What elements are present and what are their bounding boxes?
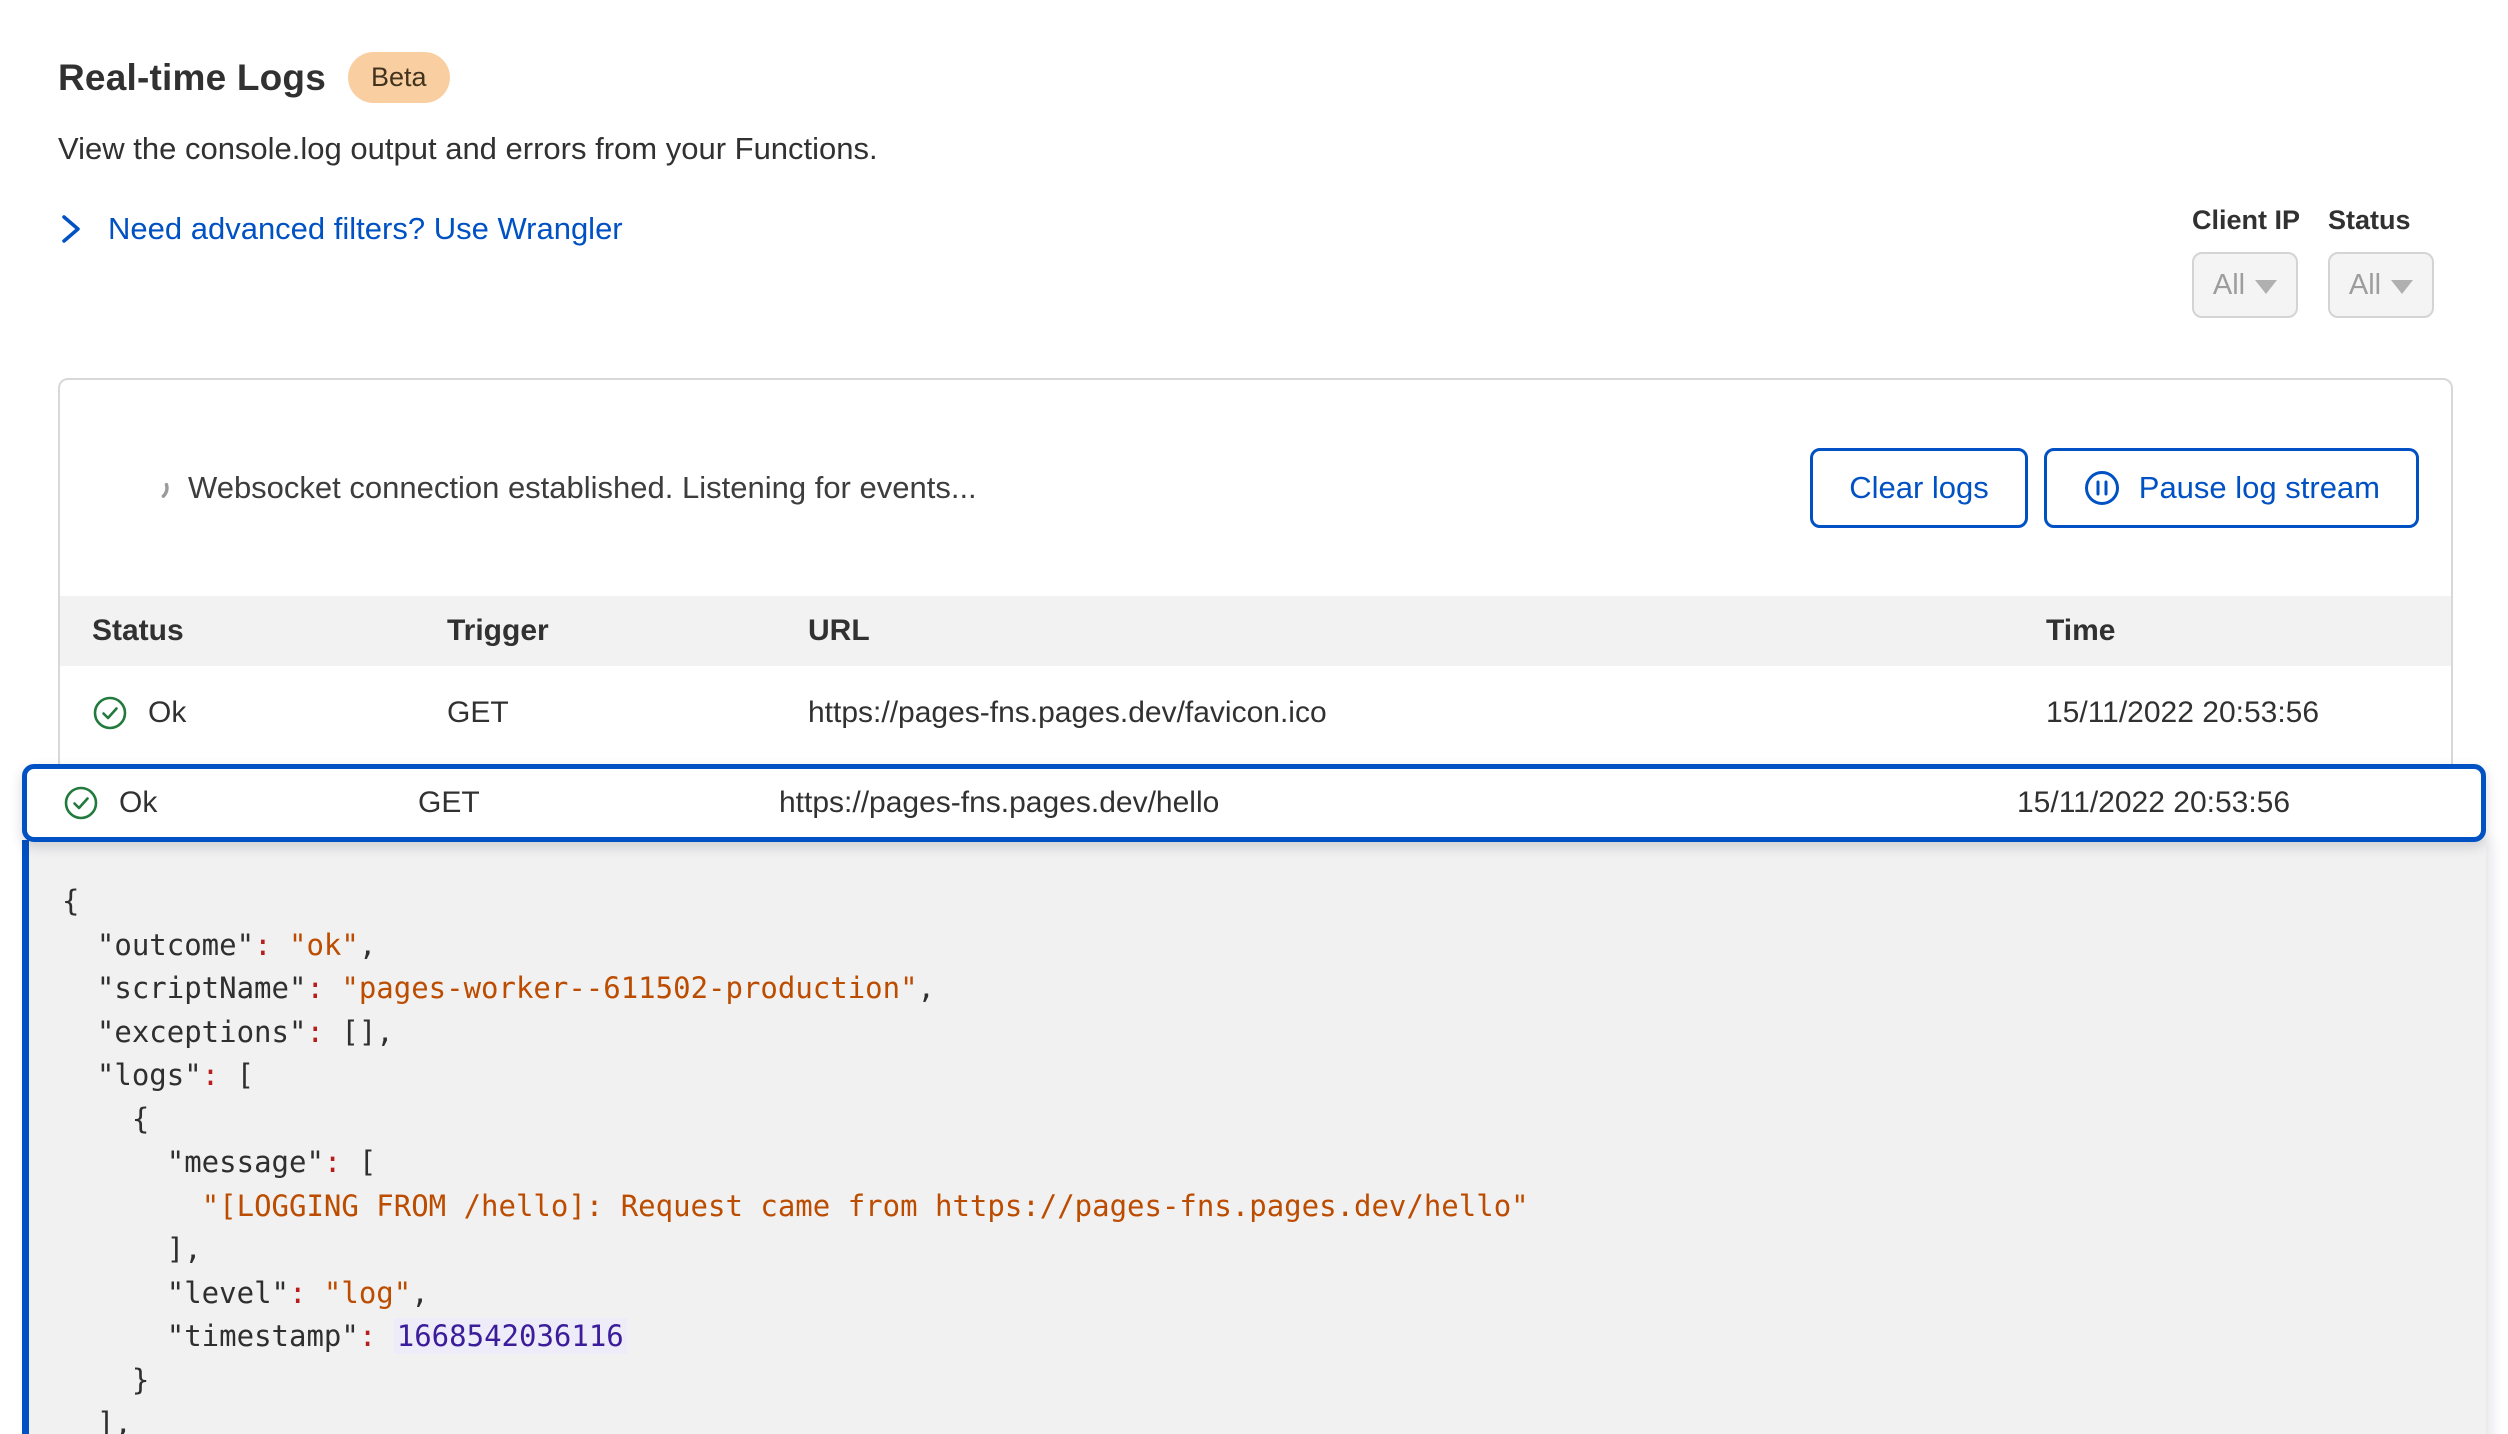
client-ip-value: All	[2213, 269, 2245, 302]
beta-badge: Beta	[348, 52, 450, 103]
column-url: URL	[808, 614, 2046, 648]
row-time: 15/11/2022 20:53:56	[2017, 786, 2481, 820]
expanded-log-entry: Ok GET https://pages-fns.pages.dev/hello…	[22, 764, 2486, 1434]
table-row[interactable]: Ok GET https://pages-fns.pages.dev/favic…	[60, 666, 2451, 759]
filter-bar: Client IP All Status All	[2192, 205, 2434, 318]
page-subtitle: View the console.log output and errors f…	[58, 131, 2450, 167]
page-title: Real-time Logs	[58, 57, 326, 99]
chevron-right-icon	[58, 212, 84, 246]
wrangler-link[interactable]: Need advanced filters? Use Wrangler	[58, 205, 623, 247]
websocket-status: Websocket connection established. Listen…	[142, 470, 977, 506]
check-circle-icon	[92, 695, 128, 731]
row-status: Ok	[148, 696, 186, 730]
column-time: Time	[2046, 614, 2451, 648]
row-url: https://pages-fns.pages.dev/hello	[779, 786, 2017, 820]
log-toolbar: Websocket connection established. Listen…	[60, 380, 2451, 596]
websocket-status-text: Websocket connection established. Listen…	[188, 470, 977, 506]
check-circle-icon	[63, 785, 99, 821]
wrangler-link-label: Need advanced filters? Use Wrangler	[108, 211, 623, 247]
row-url: https://pages-fns.pages.dev/favicon.ico	[808, 696, 2046, 730]
page-header: Real-time Logs Beta View the console.log…	[0, 0, 2508, 318]
column-status: Status	[92, 614, 447, 648]
status-value: All	[2349, 269, 2381, 302]
caret-down-icon	[2255, 280, 2277, 294]
column-trigger: Trigger	[447, 614, 808, 648]
selected-table-row[interactable]: Ok GET https://pages-fns.pages.dev/hello…	[22, 764, 2486, 842]
caret-down-icon	[2391, 280, 2413, 294]
clear-logs-button[interactable]: Clear logs	[1810, 448, 2028, 528]
client-ip-label: Client IP	[2192, 205, 2300, 236]
pause-log-stream-label: Pause log stream	[2139, 470, 2380, 506]
row-time: 15/11/2022 20:53:56	[2046, 696, 2451, 730]
client-ip-filter: Client IP All	[2192, 205, 2300, 318]
row-status: Ok	[119, 786, 157, 820]
row-trigger: GET	[418, 786, 779, 820]
pause-icon	[2083, 469, 2121, 507]
status-dropdown[interactable]: All	[2328, 252, 2434, 318]
table-header: Status Trigger URL Time	[60, 596, 2451, 666]
log-detail-json: { "outcome": "ok", "scriptName": "pages-…	[62, 880, 2486, 1434]
status-label: Status	[2328, 205, 2434, 236]
realtime-logs-page: Real-time Logs Beta View the console.log…	[0, 0, 2508, 1434]
spinner-icon	[142, 474, 170, 502]
row-trigger: GET	[447, 696, 808, 730]
client-ip-dropdown[interactable]: All	[2192, 252, 2298, 318]
status-filter: Status All	[2328, 205, 2434, 318]
log-detail-panel: { "outcome": "ok", "scriptName": "pages-…	[22, 840, 2486, 1434]
pause-log-stream-button[interactable]: Pause log stream	[2044, 448, 2419, 528]
clear-logs-label: Clear logs	[1849, 470, 1989, 506]
